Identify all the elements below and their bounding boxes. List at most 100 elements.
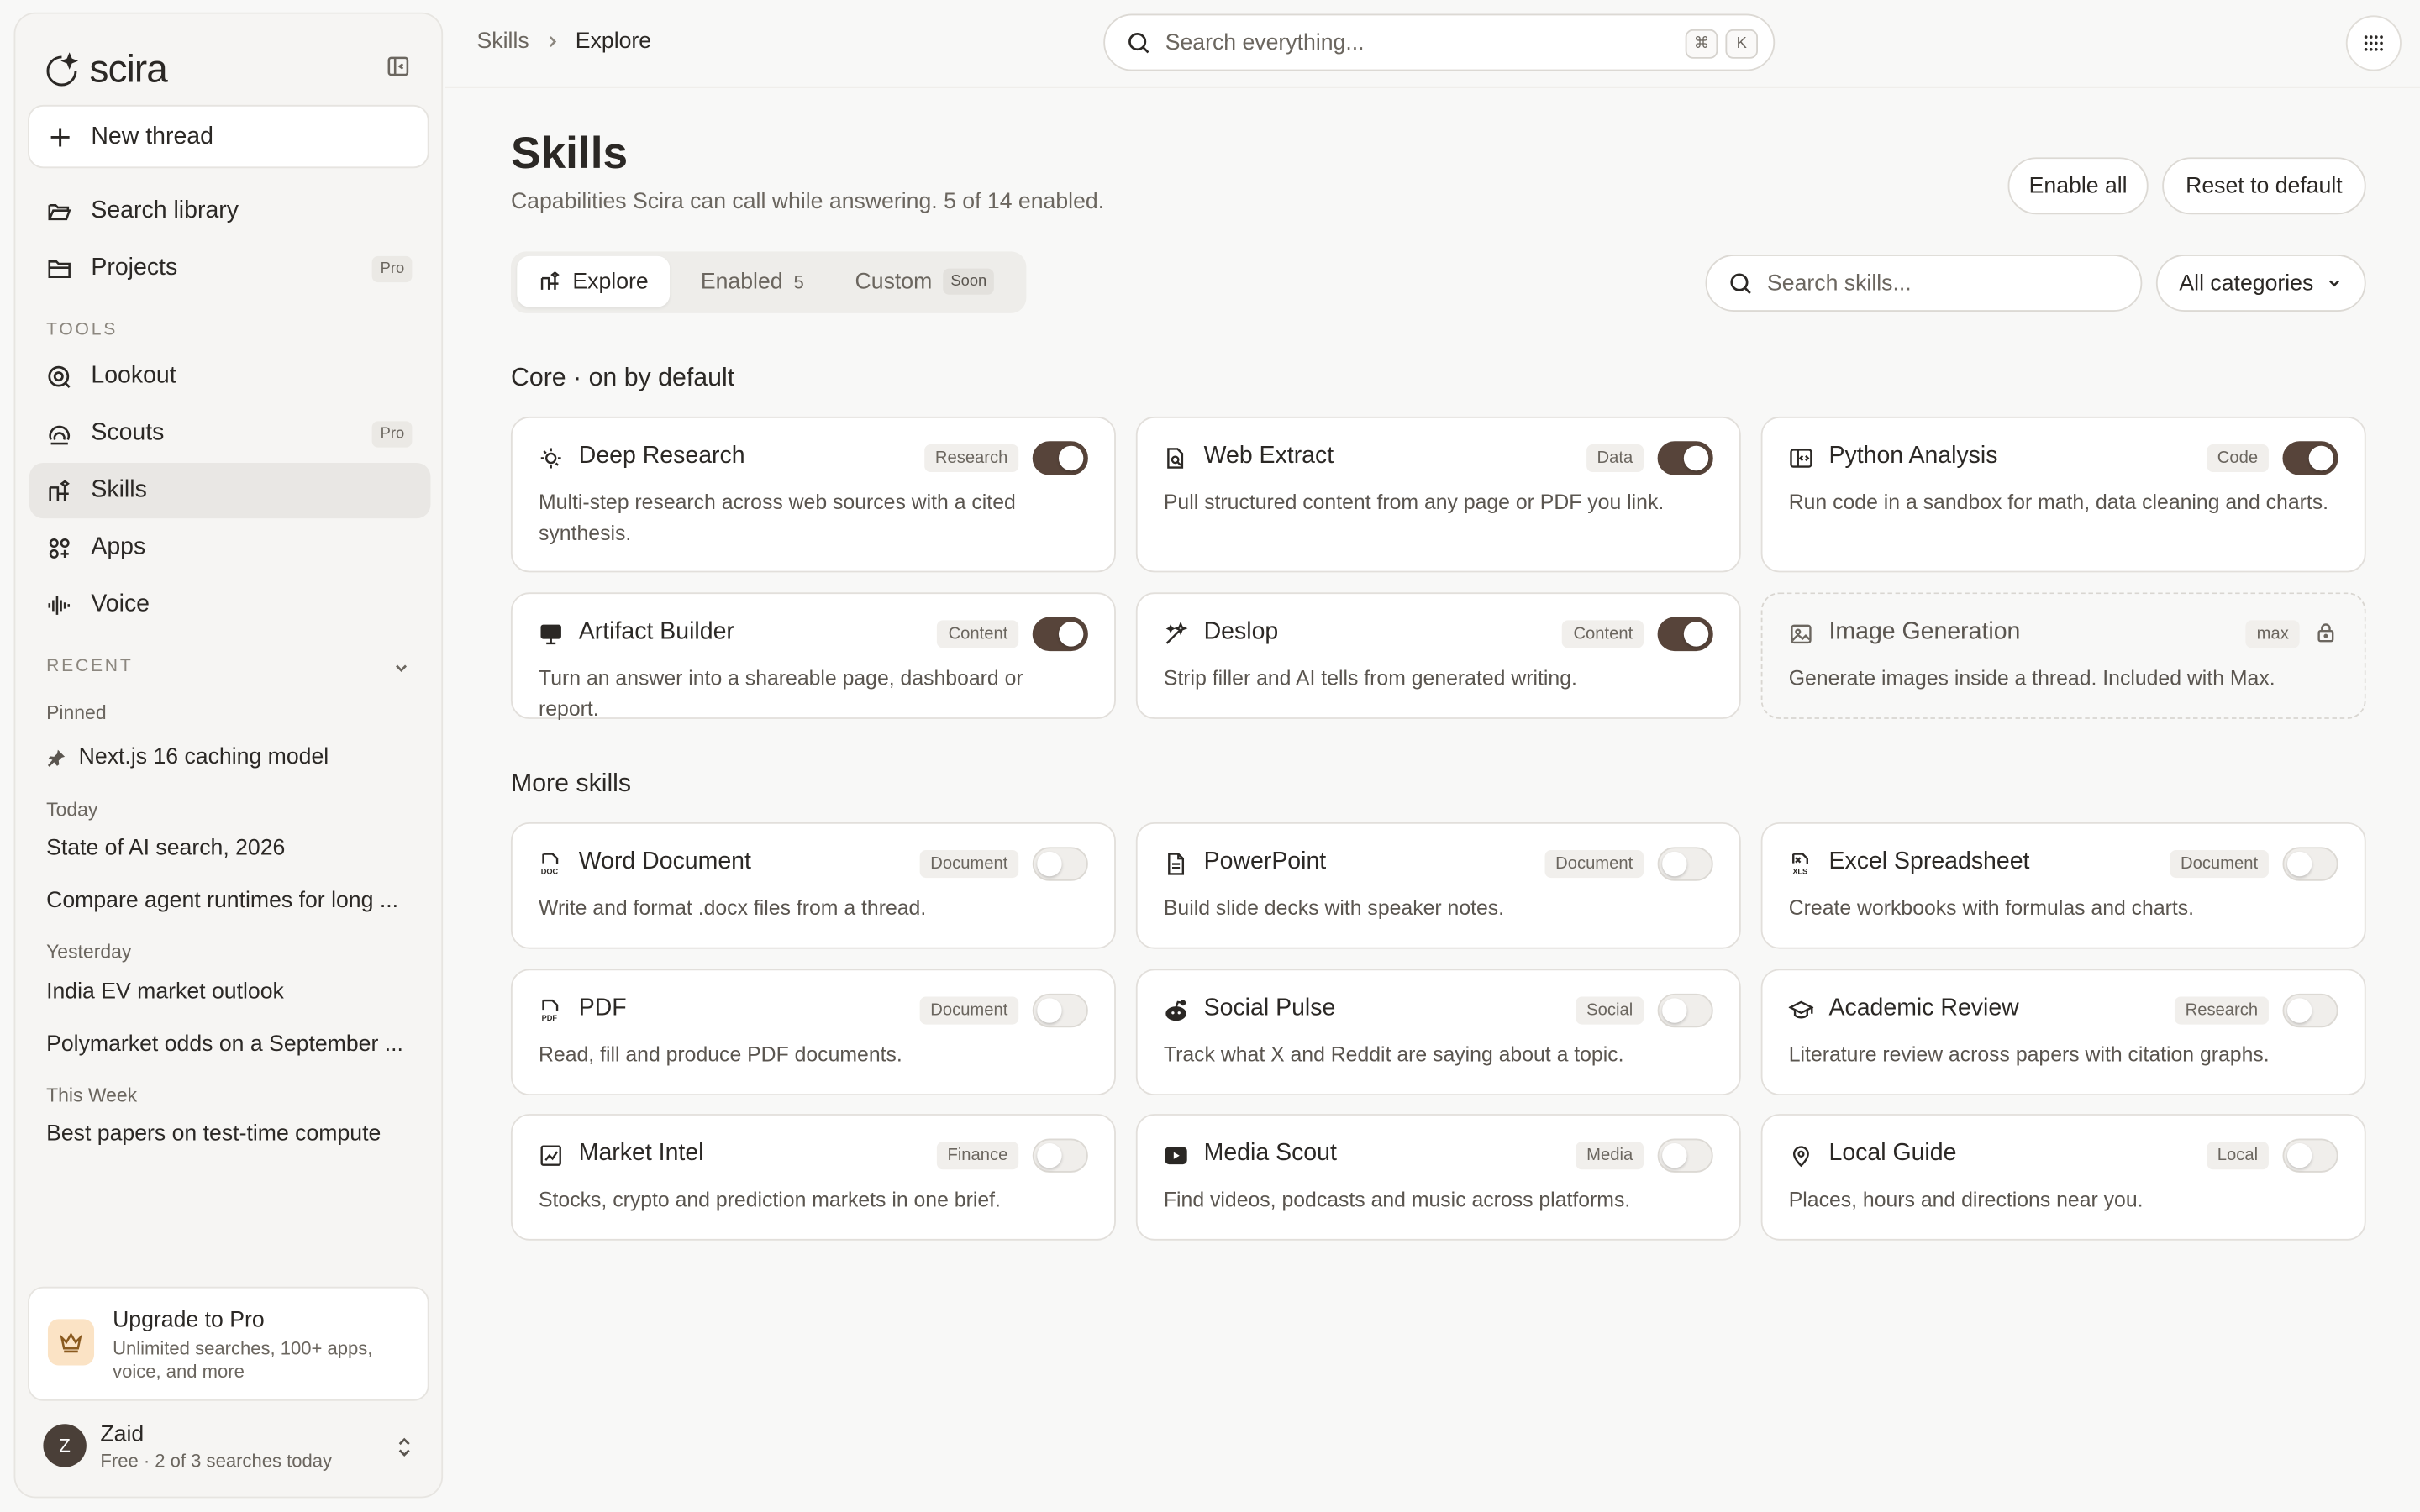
skill-category-tag: Data	[1586, 444, 1644, 473]
search-icon	[1128, 32, 1150, 53]
skill-toggle[interactable]	[1657, 617, 1713, 652]
page-title: Skills	[510, 129, 629, 180]
user-plan: Free · 2 of 3 searches today	[100, 1450, 333, 1473]
skill-toggle[interactable]	[2282, 1138, 2338, 1173]
skill-toggle[interactable]	[1032, 847, 1088, 881]
recent-item[interactable]: Polymarket odds on a September ...	[46, 1032, 410, 1057]
skill-search-input[interactable]: Search skills...	[1705, 255, 2143, 312]
tab-enabled[interactable]: Enabled 5	[679, 256, 825, 307]
skill-toggle[interactable]	[1657, 993, 1713, 1028]
skill-toggle[interactable]	[1657, 1138, 1713, 1173]
reset-to-default-button[interactable]: Reset to default	[2162, 157, 2366, 215]
skills-icon	[49, 479, 70, 501]
skill-card[interactable]: Web Extract Data Pull structured content f…	[1135, 416, 1741, 573]
skill-card[interactable]: PDF PDF Document Read, fill and produce PDF…	[510, 969, 1116, 1096]
nav-lookout[interactable]: Lookout	[29, 349, 431, 404]
skill-card[interactable]: Social Pulse Social Track what X and Reddi…	[1135, 969, 1741, 1096]
skill-description: Read, fill and produce PDF documents.	[539, 1042, 902, 1067]
chevron-down-icon[interactable]	[392, 659, 411, 677]
recent-item[interactable]: India EV market outlook	[46, 979, 410, 1004]
enable-all-button[interactable]: Enable all	[2007, 157, 2149, 215]
chevrons-up-down-icon[interactable]	[395, 1435, 413, 1459]
pro-badge: Pro	[372, 420, 413, 447]
recent-item[interactable]: State of AI search, 2026	[46, 836, 410, 860]
skill-category-tag: Document	[919, 996, 1019, 1025]
brand-logo[interactable]: scira	[43, 48, 168, 92]
skill-name: PDF	[578, 995, 627, 1021]
file-icon	[1168, 853, 1185, 875]
skill-card[interactable]: PowerPoint Document Build slide decks with…	[1135, 822, 1741, 949]
skill-card[interactable]: XLS Excel Spreadsheet Document Create workb…	[1760, 822, 2366, 949]
skill-toggle[interactable]	[2282, 441, 2338, 475]
this-week-label: This Week	[46, 1084, 138, 1106]
soon-badge: Soon	[943, 268, 995, 295]
skill-description: Strip filler and AI tells from generated…	[1163, 666, 1577, 690]
skill-card[interactable]: Deep Research Research Multi-step research…	[510, 416, 1116, 573]
skill-toggle[interactable]	[1032, 1138, 1088, 1173]
skill-category-tag: Media	[1576, 1142, 1644, 1170]
nav-label: Apps	[91, 533, 146, 560]
svg-text:XLS: XLS	[1792, 867, 1807, 875]
tab-explore-label: Explore	[572, 269, 649, 294]
skill-card[interactable]: Local Guide Local Places, hours and direct…	[1760, 1114, 2366, 1241]
extract-icon	[1167, 448, 1184, 469]
skill-name: Media Scout	[1203, 1140, 1337, 1167]
skill-toggle[interactable]	[2282, 847, 2338, 881]
skills-icon	[540, 271, 560, 290]
avatar: Z	[43, 1424, 87, 1467]
top-bar: Skills Explore Search everything... ⌘ K	[444, 0, 2420, 88]
chart-icon	[540, 1145, 561, 1166]
skill-toggle[interactable]	[1032, 993, 1088, 1028]
tab-custom[interactable]: Custom Soon	[834, 256, 1016, 307]
skill-card[interactable]: Academic Review Research Literature review…	[1760, 969, 2366, 1096]
code-icon	[1790, 449, 1812, 468]
nav-voice[interactable]: Voice	[29, 577, 431, 633]
apps-grid-button[interactable]	[2345, 15, 2402, 71]
chevron-down-icon	[2329, 280, 2340, 287]
skill-card[interactable]: Image Generation max Generate images insid…	[1760, 592, 2366, 719]
collapse-sidebar-icon[interactable]	[386, 54, 410, 78]
skill-toggle[interactable]	[1032, 617, 1088, 652]
nav-apps[interactable]: Apps	[29, 520, 431, 575]
nav-projects[interactable]: Projects Pro	[29, 241, 431, 297]
recent-section-label: RECENT	[46, 657, 134, 676]
skill-card[interactable]: Python Analysis Code Run code in a sandbox…	[1760, 416, 2366, 573]
nav-scouts[interactable]: Scouts Pro	[29, 406, 431, 461]
crown-icon	[47, 1319, 95, 1366]
doc-icon: DOC	[541, 853, 559, 875]
nav-skills[interactable]: Skills	[29, 463, 431, 519]
skill-toggle[interactable]	[1032, 441, 1088, 475]
nav-label: Lookout	[91, 362, 176, 389]
skill-card[interactable]: Deslop Content Strip filler and AI tells f…	[1135, 592, 1741, 719]
pdf-icon: PDF	[542, 999, 559, 1022]
skill-category-tag: Document	[2170, 850, 2269, 879]
recent-item[interactable]: Next.js 16 caching model	[46, 745, 410, 770]
skill-name: Market Intel	[578, 1140, 704, 1167]
recent-item[interactable]: Compare agent runtimes for long ...	[46, 889, 410, 913]
skill-toggle[interactable]	[1657, 441, 1713, 475]
recent-item[interactable]: Best papers on test-time compute	[46, 1121, 410, 1146]
upgrade-card[interactable]: Upgrade to Pro Unlimited searches, 100+ …	[28, 1286, 429, 1401]
category-select[interactable]: All categories	[2155, 255, 2366, 312]
skill-category-tag: Local	[2206, 1142, 2269, 1170]
tab-explore[interactable]: Explore	[517, 255, 671, 307]
new-thread-button[interactable]: New thread	[28, 104, 429, 169]
skill-card[interactable]: Media Scout Media Find videos, podcasts an…	[1135, 1114, 1741, 1241]
skill-name: Academic Review	[1828, 995, 2019, 1021]
breadcrumb-current: Explore	[575, 29, 652, 55]
skill-card[interactable]: Market Intel Finance Stocks, crypto and pr…	[510, 1114, 1116, 1241]
skill-card[interactable]: Artifact Builder Content Turn an answer in…	[510, 592, 1116, 721]
global-search-input[interactable]: Search everything... ⌘ K	[1103, 13, 1776, 71]
waveform-icon	[48, 595, 71, 615]
skill-card[interactable]: DOC Word Document Document Write and format…	[510, 822, 1116, 949]
skill-toggle[interactable]	[2282, 993, 2338, 1028]
category-value: All categories	[2179, 270, 2314, 296]
breadcrumb-parent[interactable]: Skills	[477, 29, 529, 54]
pin-icon	[47, 748, 66, 766]
nav-label: Projects	[91, 255, 178, 281]
skill-toggle[interactable]	[1657, 847, 1713, 881]
apps-icon	[49, 538, 70, 558]
nav-search-library[interactable]: Search library	[29, 184, 431, 239]
breadcrumb: Skills Explore	[477, 29, 652, 54]
skill-description: Write and format .docx files from a thre…	[539, 896, 927, 920]
